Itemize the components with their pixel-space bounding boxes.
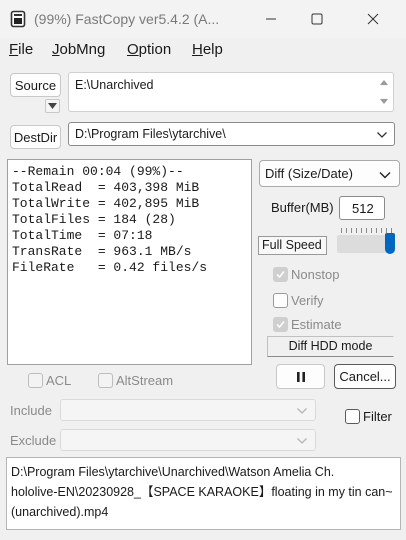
chevron-down-icon — [297, 408, 307, 414]
altstream-label: AltStream — [116, 373, 174, 388]
destdir-button[interactable]: DestDir — [10, 125, 61, 149]
destdir-value: D:\Program Files\ytarchive\ — [75, 127, 226, 141]
nonstop-checkbox[interactable] — [273, 267, 288, 282]
slider-tick — [356, 228, 357, 233]
estimate-label: Estimate — [291, 317, 342, 332]
speed-label: Full Speed — [262, 238, 322, 252]
menu-file[interactable]: File — [9, 41, 33, 58]
chevron-down-icon — [377, 132, 387, 138]
buffer-label: Buffer(MB) — [271, 200, 334, 215]
menu-help[interactable]: Help — [192, 41, 223, 58]
buffer-value: 512 — [352, 201, 374, 216]
close-button[interactable] — [350, 0, 396, 38]
slider-tick — [381, 228, 382, 233]
pause-button[interactable] — [276, 364, 325, 389]
current-file-line-2: hololive-EN\20230928_【SPACE KARAOKE】floa… — [11, 485, 393, 499]
cancel-button[interactable]: Cancel... — [334, 364, 396, 389]
close-icon — [367, 13, 379, 25]
slider-tick — [371, 228, 372, 233]
triangle-down-icon — [48, 103, 57, 109]
current-file-panel: D:\Program Files\ytarchive\Unarchived\Wa… — [6, 457, 401, 530]
acl-label: ACL — [46, 373, 72, 388]
check-icon — [276, 271, 285, 279]
source-scrollbar[interactable] — [377, 75, 391, 109]
status-total-files: TotalFiles = 184 (28) — [12, 212, 176, 227]
altstream-checkbox[interactable] — [98, 373, 113, 388]
source-value: E:\Unarchived — [75, 78, 154, 92]
scroll-up-icon — [380, 80, 388, 85]
slider-tick — [346, 228, 347, 233]
status-panel: --Remain 00:04 (99%)-- TotalRead = 403,3… — [7, 159, 252, 365]
status-file-rate: FileRate = 0.42 files/s — [12, 260, 208, 275]
copy-mode-select[interactable]: Diff (Size/Date) — [259, 160, 400, 187]
slider-tick — [341, 228, 342, 233]
acl-checkbox[interactable] — [28, 373, 43, 388]
exclude-label: Exclude — [10, 433, 57, 448]
menu-option[interactable]: Option — [127, 41, 171, 58]
minimize-icon — [266, 18, 276, 20]
filter-label: Filter — [363, 409, 392, 424]
speed-slider[interactable] — [337, 228, 395, 254]
slider-tick — [361, 228, 362, 233]
exclude-combobox[interactable] — [60, 429, 316, 451]
maximize-button[interactable] — [294, 0, 340, 38]
hdd-mode-label: Diff HDD mode — [267, 336, 394, 357]
verify-label: Verify — [291, 293, 324, 308]
status-total-read: TotalRead = 403,398 MiB — [12, 180, 200, 195]
chevron-down-icon — [297, 438, 307, 444]
include-combobox[interactable] — [60, 399, 316, 421]
status-trans-rate: TransRate = 963.1 MB/s — [12, 244, 192, 259]
destdir-combobox[interactable]: D:\Program Files\ytarchive\ — [68, 122, 395, 146]
minimize-button[interactable] — [248, 0, 294, 38]
slider-tick — [376, 228, 377, 233]
buffer-input[interactable]: 512 — [339, 196, 385, 220]
scroll-down-icon — [380, 99, 388, 104]
source-history-dropdown[interactable] — [45, 99, 60, 113]
source-button[interactable]: Source — [10, 73, 61, 97]
status-total-write: TotalWrite = 402,895 MiB — [12, 196, 200, 211]
current-file-line-3: (unarchived).mp4 — [11, 505, 109, 519]
maximize-icon — [311, 13, 323, 25]
slider-tick — [366, 228, 367, 233]
include-label: Include — [10, 403, 52, 418]
speed-label-box: Full Speed — [258, 236, 327, 255]
filter-checkbox[interactable] — [345, 409, 360, 424]
speed-slider-thumb[interactable] — [385, 233, 395, 254]
slider-tick — [351, 228, 352, 233]
menu-jobmng[interactable]: JobMng — [52, 41, 105, 58]
fastcopy-app-icon — [10, 10, 26, 28]
window-title: (99%) FastCopy ver5.4.2 (A... — [34, 11, 220, 27]
verify-checkbox[interactable] — [273, 293, 288, 308]
current-file-line-1: D:\Program Files\ytarchive\Unarchived\Wa… — [11, 465, 335, 479]
status-total-time: TotalTime = 07:18 — [12, 228, 153, 243]
nonstop-label: Nonstop — [291, 267, 340, 282]
chevron-down-icon — [379, 172, 391, 179]
copy-mode-value: Diff (Size/Date) — [265, 166, 353, 181]
pause-icon — [296, 371, 305, 382]
check-icon — [276, 321, 285, 329]
status-remain: --Remain 00:04 (99%)-- — [12, 164, 184, 179]
source-input[interactable]: E:\Unarchived — [68, 72, 394, 112]
estimate-checkbox[interactable] — [273, 317, 288, 332]
